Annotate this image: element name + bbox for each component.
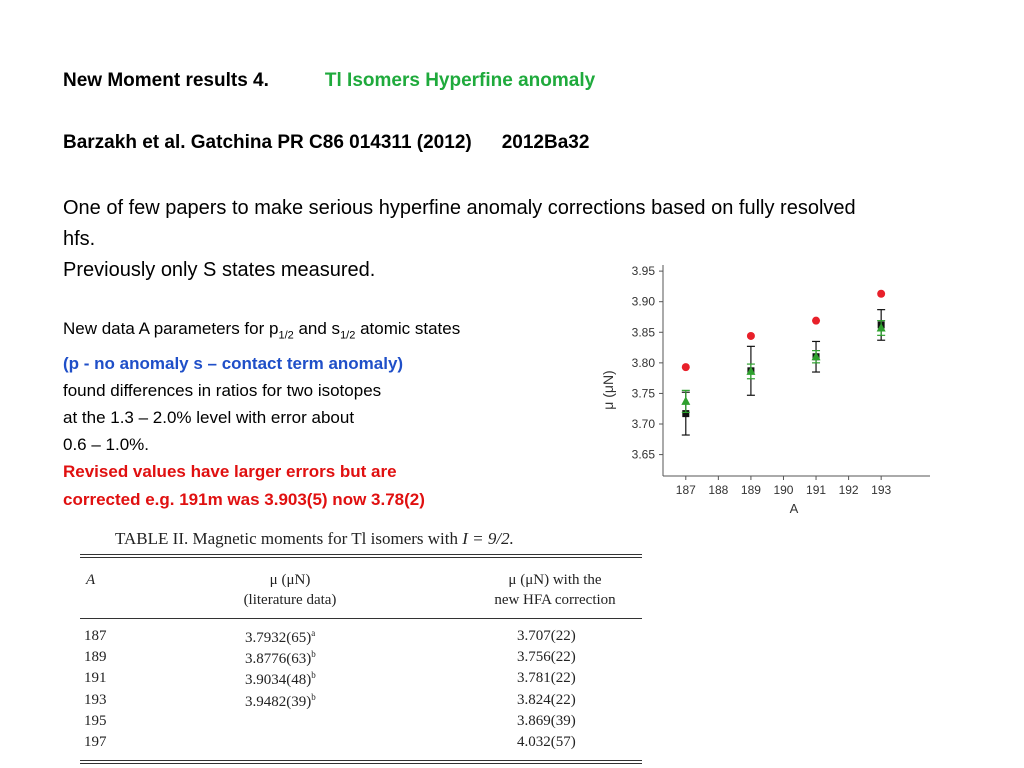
table-cell-a: 193 <box>84 691 107 708</box>
col-header-hfa-l1: μ (μN) with the <box>508 572 602 588</box>
table-footnote-mark: b <box>311 649 316 660</box>
data-point-circle <box>812 316 821 325</box>
x-tick-label: 187 <box>676 483 696 497</box>
table-cell-hfa: 3.824(22) <box>517 691 576 708</box>
y-tick-label: 3.65 <box>632 448 656 462</box>
col-header-a-text: A <box>86 572 96 588</box>
table-footnote-mark: a <box>311 628 316 638</box>
col-header-literature-l1: μ (μN) <box>269 572 311 588</box>
y-tick-label: 3.85 <box>632 325 656 339</box>
x-tick-label: 192 <box>839 483 859 497</box>
table-header-rule <box>80 618 642 619</box>
x-tick-label: 191 <box>806 483 826 497</box>
table-cell-a: 187 <box>84 628 107 644</box>
table-cell-literature: 3.7932(65)a <box>245 628 316 646</box>
title-main: New Moment results 4. <box>63 70 269 91</box>
details-line-2: (p - no anomaly s – contact term anomaly… <box>63 353 404 373</box>
table-cell-literature: 3.9482(39)b <box>245 691 316 710</box>
title-subtitle: Tl Isomers Hyperfine anomaly <box>324 70 596 91</box>
table-bottom-rule-2 <box>80 763 642 764</box>
intro-line-1: One of few papers to make serious hyperf… <box>63 197 856 250</box>
x-tick-label: 188 <box>708 483 728 497</box>
table-cell-hfa: 4.032(57) <box>517 734 576 750</box>
y-tick-label: 3.75 <box>632 386 656 400</box>
reference-line: Barzakh et al. Gatchina PR C86 014311 (2… <box>63 132 589 154</box>
table-top-rule <box>80 554 642 555</box>
y-tick-label: 3.70 <box>632 417 656 431</box>
x-tick-label: 193 <box>871 483 891 497</box>
table-cell-a: 191 <box>84 670 107 687</box>
table-cell-a: 195 <box>84 712 107 729</box>
col-header-hfa-l2: new HFA correction <box>494 592 616 608</box>
details-text: New data A parameters for p1/2 and s1/2 … <box>63 315 460 513</box>
table-bottom-rule <box>80 760 642 761</box>
y-tick-label: 3.95 <box>632 264 656 278</box>
table-cell-literature: 3.8776(63)b <box>245 649 316 668</box>
table-cell-a: 189 <box>84 649 107 666</box>
x-tick-label: 190 <box>773 483 793 497</box>
details-l1-sub2: 1/2 <box>340 329 356 342</box>
table-footnote-mark: b <box>311 691 316 702</box>
chart-ylabel: μ (μN) <box>600 370 616 409</box>
table-cell-hfa: 3.781(22) <box>517 670 576 687</box>
details-line-5: 0.6 – 1.0%. <box>63 435 150 455</box>
table-top-rule-2 <box>80 557 642 558</box>
table-cell-hfa: 3.756(22) <box>517 649 576 666</box>
table-cell-literature: 3.9034(48)b <box>245 670 316 689</box>
reference-citation: Barzakh et al. Gatchina PR C86 014311 (2… <box>63 132 472 153</box>
details-line-1: New data A parameters for p1/2 and s1/2 … <box>63 315 460 350</box>
col-header-literature-l2: (literature data) <box>243 592 337 608</box>
chart-xlabel: A <box>790 501 799 516</box>
table-cell-hfa: 3.707(22) <box>517 628 576 644</box>
details-l1-mid: and s <box>293 319 341 338</box>
details-line-6: Revised values have larger errors but ar… <box>63 462 397 482</box>
table-caption: TABLE II. Magnetic moments for Tl isomer… <box>115 529 514 549</box>
col-header-literature: μ (μN) (literature data) <box>210 570 370 610</box>
data-point-triangle <box>681 396 691 405</box>
table-footnote-mark: b <box>311 670 316 681</box>
x-tick-label: 189 <box>741 483 761 497</box>
details-l1-sub1: 1/2 <box>278 329 294 342</box>
slide-title: New Moment results 4. Tl Isomers Hyperfin… <box>63 70 595 92</box>
details-line-4: at the 1.3 – 2.0% level with error about <box>63 408 355 427</box>
table-caption-math: I = 9/2. <box>462 529 514 548</box>
data-point-circle <box>877 289 886 298</box>
col-header-hfa: μ (μN) with the new HFA correction <box>470 570 640 610</box>
details-l1-pre: New data A parameters for p <box>63 319 279 338</box>
table-ii: TABLE II. Magnetic moments for Tl isomer… <box>80 526 642 766</box>
details-line-3: found differences in ratios for two isot… <box>63 380 382 400</box>
y-tick-label: 3.80 <box>632 356 656 370</box>
moments-chart: μ (μN) A 3.65 3.70 3.75 3.80 3.85 3.90 3.95 187… <box>600 264 930 516</box>
details-l1-post: atomic states <box>355 319 461 338</box>
details-line-7: corrected e.g. 191m was 3.903(5) now 3.7… <box>63 489 425 509</box>
y-tick-label: 3.90 <box>632 295 656 309</box>
data-point-circle <box>746 331 755 340</box>
table-caption-text: TABLE II. Magnetic moments for Tl isomer… <box>115 529 463 548</box>
data-point-circle <box>681 363 690 372</box>
col-header-a: A <box>86 570 95 590</box>
reference-key: 2012Ba32 <box>501 132 590 153</box>
table-cell-hfa: 3.869(39) <box>517 712 576 729</box>
table-cell-a: 197 <box>84 734 107 750</box>
